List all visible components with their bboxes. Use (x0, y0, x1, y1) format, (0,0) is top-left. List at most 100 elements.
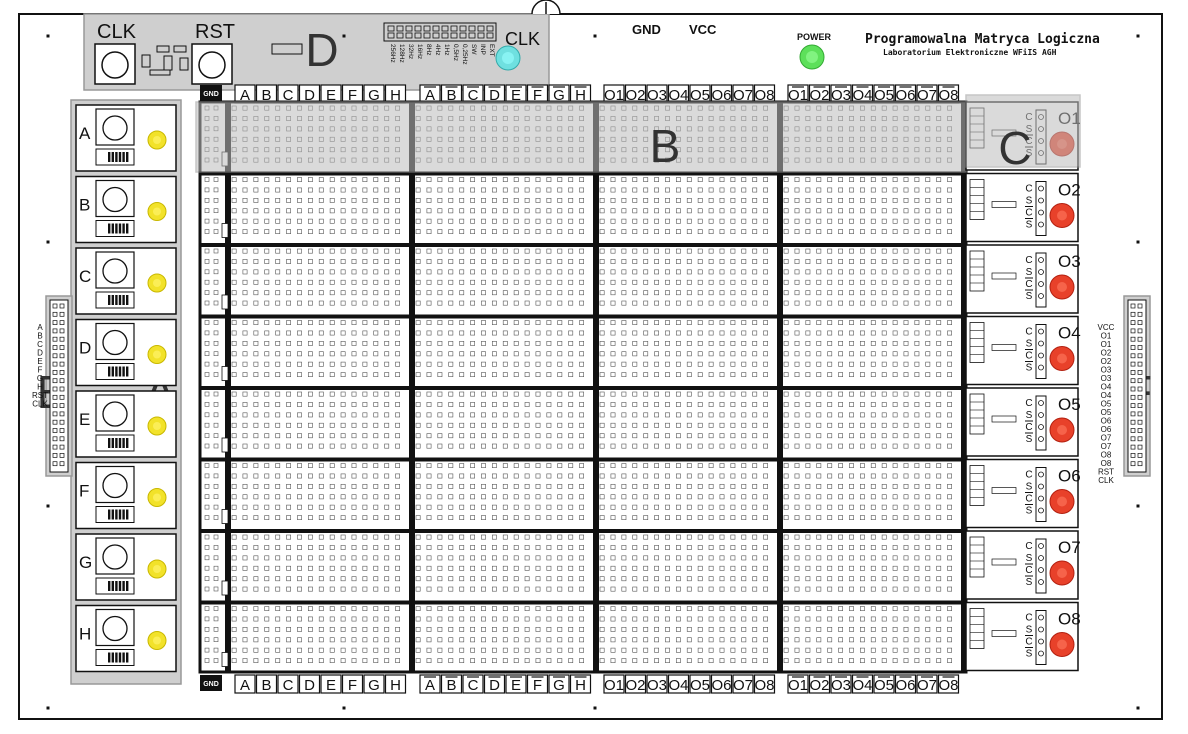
region-b (195, 101, 967, 173)
output-pin-label: S (1026, 577, 1033, 588)
output-label: O7 (1058, 538, 1081, 557)
column-label: B (261, 677, 271, 694)
column-label: G (368, 677, 380, 694)
freq-label: 4Hz (434, 44, 441, 56)
rst-button[interactable] (191, 43, 233, 85)
output-label: O5 (1058, 395, 1081, 414)
gnd-column-label: GND (203, 681, 219, 688)
gnd-label: GND (632, 22, 661, 37)
output-pin-label: S (1026, 649, 1033, 660)
output-pin-label: C (1025, 613, 1032, 624)
region-d-letter: D (305, 24, 338, 76)
freq-label: 256Hz (389, 44, 396, 63)
output-o3: CSCSO3 (965, 244, 1081, 314)
input-label: B (79, 196, 90, 215)
column-label: O6 (895, 677, 915, 694)
column-label: O3 (647, 677, 667, 694)
output-label: O8 (1058, 610, 1081, 629)
column-label: O2 (625, 677, 645, 694)
output-o6: CSCSO6 (965, 458, 1081, 529)
freq-label: 8Hz (425, 44, 432, 56)
column-label: O3 (831, 677, 851, 694)
output-pin-label: C (1025, 351, 1032, 362)
column-label: E (511, 677, 521, 694)
freq-label: 0,25Hz (461, 44, 468, 65)
output-pin-label: S (1026, 434, 1033, 445)
column-label: O5 (690, 677, 710, 694)
column-label: A (240, 677, 250, 694)
input-label: C (79, 267, 91, 286)
column-header: GND A B C D E F G H A B C D E F G H O1 O2 O3 O4 O5 O6 O7 O8 O1 O2 O… (200, 674, 960, 694)
output-o2: CSCSO2 (965, 172, 1081, 243)
input-switch-b[interactable]: B (75, 175, 177, 244)
output-o4: CSCSO4 (965, 315, 1081, 386)
input-switch-d[interactable]: D (75, 318, 177, 387)
output-pin-label: C (1025, 327, 1032, 338)
output-pin-label: C (1025, 470, 1032, 481)
board-subtitle: Laboratorium Elektroniczne WFiIS AGH (883, 47, 1057, 57)
freq-label: 32Hz (407, 44, 414, 59)
input-label: H (79, 625, 91, 644)
column-label: O1 (788, 677, 808, 694)
output-pin-label: S (1026, 506, 1033, 517)
output-pin-label: C (1025, 422, 1032, 433)
column-label: O8 (754, 677, 774, 694)
output-pin-label: S (1026, 625, 1033, 636)
vcc-label: VCC (689, 22, 717, 37)
freq-label: 128Hz (398, 44, 405, 63)
column-label: E (326, 677, 336, 694)
column-label: O7 (917, 677, 937, 694)
logic-matrix-board: D CLK RST 256Hz 128Hz 32Hz 16Hz 8Hz 4Hz 1Hz 0,5… (18, 0, 1163, 720)
output-pin-label: C (1025, 494, 1032, 505)
freq-label: EXT (488, 44, 495, 57)
output-label: O6 (1058, 467, 1081, 486)
freq-label: 16Hz (416, 44, 423, 59)
freq-label: 1Hz (443, 44, 450, 56)
output-pin-label: C (1025, 541, 1032, 552)
input-label: E (79, 410, 90, 429)
output-pin-label: C (1025, 255, 1032, 266)
clk-button[interactable] (94, 43, 136, 85)
freq-label: SW (470, 44, 477, 55)
column-label: C (468, 677, 479, 694)
output-o7: CSCSO7 (965, 530, 1081, 600)
column-label: O4 (668, 677, 688, 694)
rst-switch-label: RST (195, 21, 235, 43)
output-pin-label: S (1026, 220, 1033, 231)
column-label: F (348, 677, 357, 694)
freq-label: 0,5Hz (452, 44, 459, 61)
input-switch-a[interactable]: A (75, 104, 177, 172)
column-label: B (446, 677, 456, 694)
output-label: O3 (1058, 252, 1081, 271)
input-switch-f[interactable]: F (75, 461, 177, 530)
output-pin-label: S (1026, 410, 1033, 421)
column-label: O6 (711, 677, 731, 694)
output-pin-label: C (1025, 184, 1032, 195)
output-o8: CSCSO8 (965, 601, 1081, 672)
column-label: D (489, 677, 500, 694)
column-label: O5 (874, 677, 894, 694)
input-switch-h[interactable]: H (75, 604, 177, 673)
input-switch-g[interactable]: G (75, 533, 177, 601)
output-pin-label: C (1025, 637, 1032, 648)
column-label: H (575, 677, 586, 694)
input-switch-c[interactable]: C (75, 247, 177, 315)
column-label: F (533, 677, 542, 694)
column-label: C (283, 677, 294, 694)
column-label: D (304, 677, 315, 694)
output-label: O4 (1058, 324, 1081, 343)
output-pin-label: S (1026, 196, 1033, 207)
power-label: POWER (797, 32, 832, 42)
output-pin-label: C (1025, 279, 1032, 290)
input-switch-e[interactable]: E (75, 390, 177, 458)
output-pin-label: S (1026, 553, 1033, 564)
column-label: G (553, 677, 565, 694)
output-pin-label: S (1026, 482, 1033, 493)
input-label: D (79, 339, 91, 358)
input-label: G (79, 553, 92, 572)
output-label: O2 (1058, 181, 1081, 200)
output-pin-label: C (1025, 208, 1032, 219)
input-label: A (79, 124, 91, 143)
output-pin-label: C (1025, 398, 1032, 409)
input-label: F (79, 482, 89, 501)
